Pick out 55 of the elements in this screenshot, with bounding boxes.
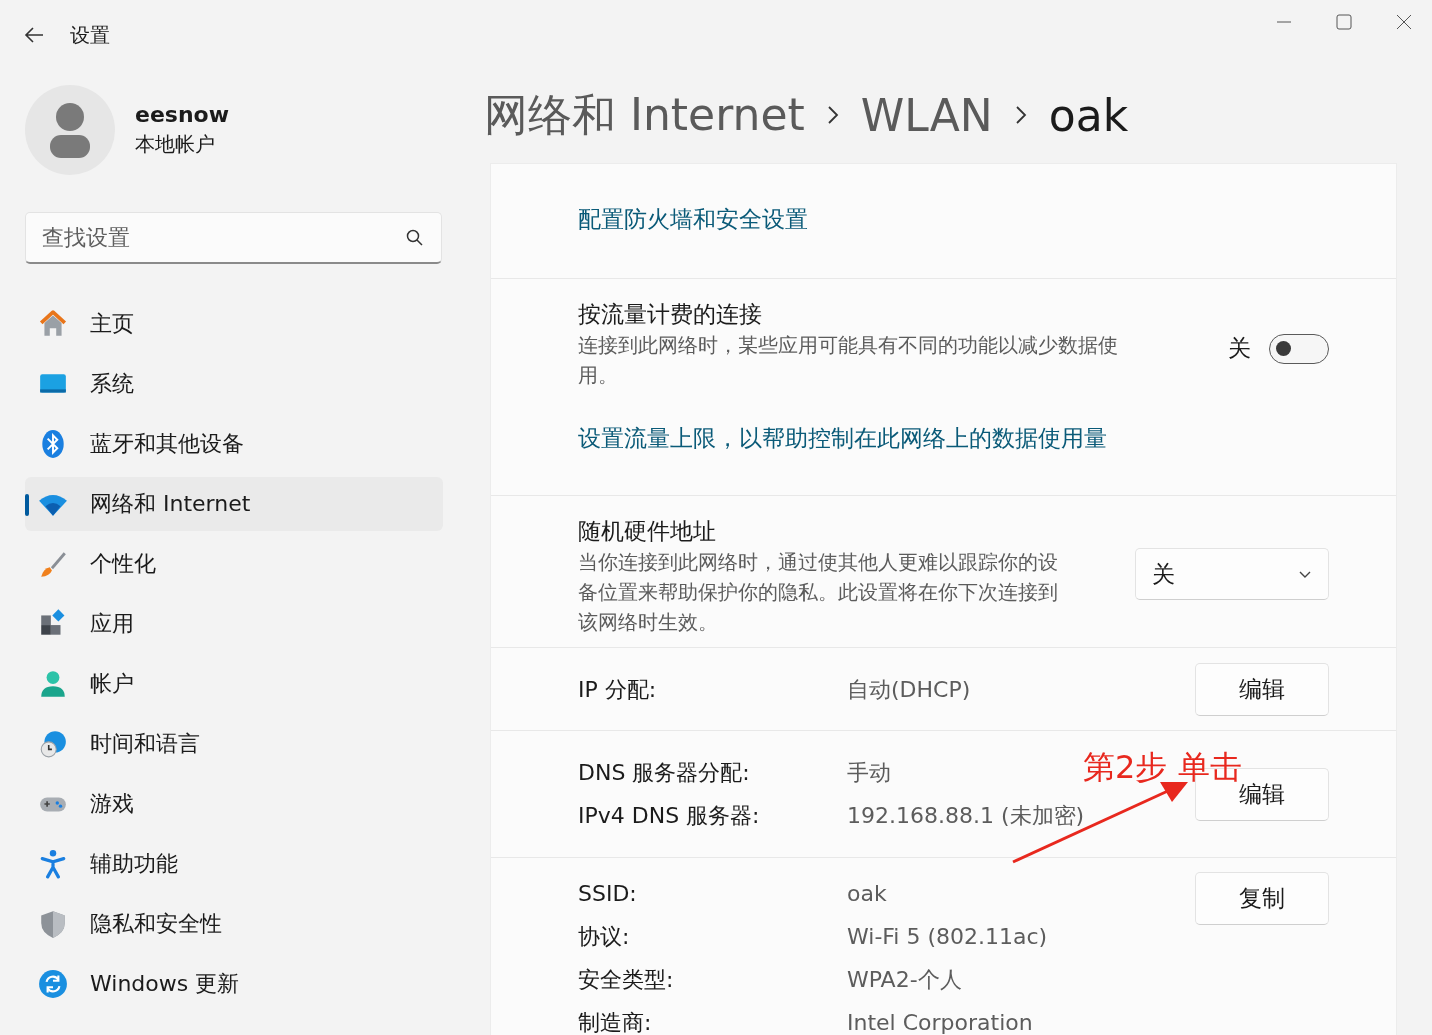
sidebar-item[interactable]: 隐私和安全性	[25, 897, 443, 951]
breadcrumb-item: oak	[1048, 89, 1129, 141]
account-type: 本地帐户	[135, 131, 216, 158]
user-name: eesnow	[135, 102, 230, 127]
property-value: Intel Corporation	[847, 1009, 1034, 1035]
property-label: SSID:	[578, 880, 638, 908]
breadcrumb-item[interactable]: 网络和 Internet	[484, 85, 805, 145]
window-title: 设置	[70, 21, 110, 49]
toggle-state-label: 关	[1228, 334, 1251, 363]
property-value: Wi-Fi 5 (802.11ac)	[847, 923, 1048, 951]
sidebar-item[interactable]: 帐户	[25, 657, 443, 711]
accessibility-icon	[38, 849, 68, 879]
data-limit-link[interactable]: 设置流量上限，以帮助控制在此网络上的数据使用量	[578, 425, 1107, 451]
property-label: IP 分配:	[578, 675, 658, 704]
setting-title: 按流量计费的连接	[578, 300, 763, 329]
firewall-settings-link[interactable]: 配置防火墙和安全设置	[578, 206, 808, 232]
house-icon	[38, 309, 68, 339]
search-icon	[406, 229, 424, 247]
breadcrumb-item[interactable]: WLAN	[860, 89, 993, 141]
sidebar-item[interactable]: 辅助功能	[25, 837, 443, 891]
chevron-icon	[826, 105, 839, 125]
sidebar-item[interactable]: 个性化	[25, 537, 443, 591]
property-value: 自动(DHCP)	[847, 675, 971, 704]
sidebar-item[interactable]: 游戏	[25, 777, 443, 831]
property-label: IPv4 DNS 服务器:	[578, 802, 761, 830]
property-label: 协议:	[578, 923, 631, 951]
sidebar-item[interactable]: 系统	[25, 357, 443, 411]
setting-description: 当你连接到此网络时，通过使其他人更难以跟踪你的设备位置来帮助保护你的隐私。此设置将在你下次连接到该网络时生效。	[578, 549, 1059, 636]
property-value: 手动	[847, 759, 892, 787]
property-label: 制造商:	[578, 1009, 653, 1035]
property-value: 192.168.88.1 (未加密)	[847, 802, 1085, 830]
sidebar-item[interactable]: 网络和 Internet	[25, 477, 443, 531]
sync-arrows-icon	[38, 969, 68, 999]
back-arrow-icon[interactable]	[24, 26, 44, 44]
dropdown[interactable]: 关	[1135, 548, 1329, 600]
shield-icon	[38, 909, 68, 939]
sidebar-item[interactable]: 时间和语言	[25, 717, 443, 771]
property-label: DNS 服务器分配:	[578, 759, 751, 787]
property-value: WPA2-个人	[847, 966, 963, 994]
search-field[interactable]: 查找设置	[25, 212, 442, 264]
toggle-switch[interactable]	[1269, 333, 1329, 364]
chevron-icon	[1014, 105, 1027, 125]
sidebar-item[interactable]: 应用	[25, 597, 443, 651]
sidebar-item[interactable]: 主页	[25, 297, 443, 351]
setting-title: 随机硬件地址	[578, 517, 717, 546]
globe-clock-icon	[38, 729, 68, 759]
setting-description: 连接到此网络时，某些应用可能具有不同的功能以减少数据使用。	[578, 332, 1119, 389]
sidebar-item[interactable]: 蓝牙和其他设备	[25, 417, 443, 471]
property-label: 安全类型:	[578, 966, 675, 994]
paintbrush-icon	[38, 549, 68, 579]
property-value: oak	[847, 880, 888, 908]
person-icon	[38, 669, 68, 699]
sidebar-item[interactable]: Windows 更新	[25, 957, 443, 1011]
action-button[interactable]: 复制	[1195, 872, 1329, 925]
action-button[interactable]: 编辑	[1195, 662, 1329, 716]
